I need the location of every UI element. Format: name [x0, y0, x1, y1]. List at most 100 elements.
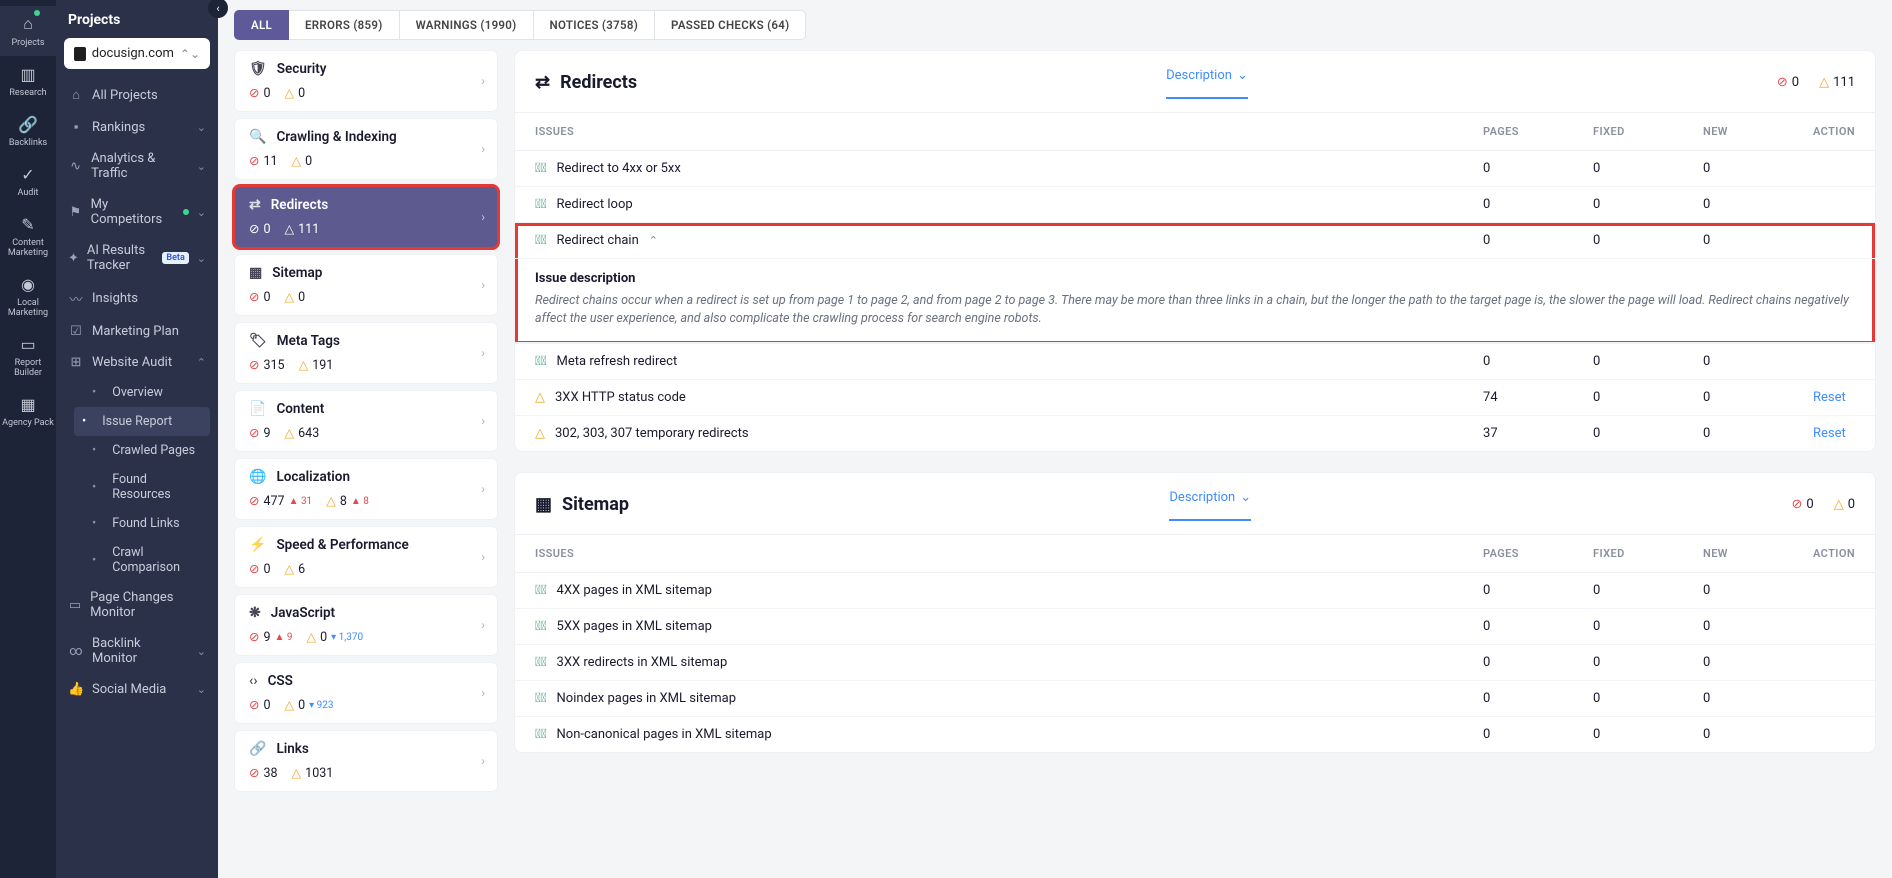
issue-row[interactable]: ✓⃝5XX pages in XML sitemap000 [515, 609, 1875, 645]
filter-tab[interactable]: PASSED CHECKS (64) [655, 10, 806, 40]
issue-row[interactable]: △302, 303, 307 temporary redirects3700Re… [515, 416, 1875, 452]
col-action: ACTION [1793, 113, 1875, 151]
rail-item-content-marketing[interactable]: ✎Content Marketing [0, 206, 56, 266]
chevron-up-icon: ⌃ [197, 356, 206, 369]
check-icon: ✓⃝ [535, 691, 547, 706]
check-icon: ✓⃝ [535, 619, 547, 634]
sidebar-item-social-media[interactable]: 👍Social Media⌄ [56, 674, 218, 705]
sidebar-subitem-crawl-comparison[interactable]: Crawl Comparison [92, 538, 218, 582]
category-card-meta-tags[interactable]: 🏷Meta Tags⊘315△191› [234, 322, 498, 384]
category-card-links[interactable]: 🔗Links⊘38△1031› [234, 730, 498, 792]
col-pages: PAGES [1463, 113, 1573, 151]
issue-row[interactable]: ✓⃝Noindex pages in XML sitemap000 [515, 681, 1875, 717]
category-card-javascript[interactable]: ❋JavaScript⊘9▲ 9△0▾ 1,370› [234, 594, 498, 656]
filter-tab[interactable]: NOTICES (3758) [534, 10, 656, 40]
rail-item-audit[interactable]: ✓Audit [0, 156, 56, 206]
sidebar-subitem-issue-report[interactable]: Issue Report [74, 407, 210, 436]
sidebar: ‹ Projects docusign.com ⌃⌄ ⌂All Projects… [56, 0, 218, 878]
audit-icon: ✓ [18, 164, 38, 184]
sidebar-item-all-projects[interactable]: ⌂All Projects [56, 79, 218, 111]
sidebar-item-marketing-plan[interactable]: ☑Marketing Plan [56, 316, 218, 347]
category-icon: 🔗 [249, 741, 266, 757]
chevron-down-icon: ⌄ [1237, 68, 1248, 83]
col-issues: ISSUES [515, 113, 1463, 151]
issue-row[interactable]: ✓⃝4XX pages in XML sitemap000 [515, 573, 1875, 609]
sidebar-item-analytics-traffic[interactable]: ∿Analytics & Traffic⌄ [56, 143, 218, 189]
sidebar-item-insights[interactable]: 〰Insights [56, 281, 218, 316]
sidebar-item-page-changes-monitor[interactable]: ▭Page Changes Monitor [56, 582, 218, 628]
sidebar-subitem-found-resources[interactable]: Found Resources [92, 465, 218, 509]
chevron-updown-icon: ⌃⌄ [180, 47, 200, 61]
panels: ⇄ Redirects Description ⌄ ⊘0 △111 [514, 50, 1876, 862]
reset-button[interactable]: Reset [1813, 390, 1846, 405]
warning-icon: △ [299, 357, 309, 373]
category-icon: ⇄ [249, 197, 261, 213]
sidebar-item-website-audit[interactable]: ⊞Website Audit⌃ [56, 347, 218, 378]
rail-item-research[interactable]: ▥Research [0, 56, 56, 106]
category-card-content[interactable]: 📄Content⊘9△643› [234, 390, 498, 452]
rail-item-projects[interactable]: ⌂Projects [0, 6, 56, 56]
filter-tab[interactable]: ALL [234, 10, 289, 40]
issue-row[interactable]: ✓⃝Redirect loop000 [515, 187, 1875, 223]
description-tab[interactable]: Description ⌄ [1169, 490, 1251, 521]
error-icon: ⊘ [1777, 75, 1788, 90]
sidebar-subitem-overview[interactable]: Overview [92, 378, 218, 407]
issue-row[interactable]: ✓⃝Redirect to 4xx or 5xx000 [515, 151, 1875, 187]
sidebar-title: Projects [56, 8, 218, 38]
filter-tab[interactable]: WARNINGS (1990) [400, 10, 534, 40]
content: 🛡Security⊘0△0›🔍Crawling & Indexing⊘11△0›… [218, 50, 1892, 878]
rail-item-report-builder[interactable]: ▭Report Builder [0, 326, 56, 386]
filter-tab[interactable]: ERRORS (859) [289, 10, 400, 40]
chevron-right-icon: › [481, 210, 485, 224]
warning-icon: △ [535, 390, 545, 405]
category-card-sitemap[interactable]: ▦Sitemap⊘0△0› [234, 254, 498, 316]
category-card-speed-performance[interactable]: ⚡Speed & Performance⊘0△6› [234, 526, 498, 588]
nav-icon: ∿ [68, 159, 83, 174]
issue-row[interactable]: ✓⃝Non-canonical pages in XML sitemap000 [515, 717, 1875, 753]
redirects-icon: ⇄ [535, 72, 550, 93]
sitemap-panel: ▦ Sitemap Description ⌄ ⊘0 △0 [514, 472, 1876, 753]
backlinks-icon: 🔗 [18, 114, 38, 134]
nav-icon: ∞ [68, 644, 84, 659]
error-icon: ⊘ [1791, 497, 1802, 512]
issue-row[interactable]: ✓⃝3XX redirects in XML sitemap000 [515, 645, 1875, 681]
chevron-down-icon: ⌄ [197, 206, 206, 219]
category-card-localization[interactable]: 🌐Localization⊘477▲ 31△8▲ 8› [234, 458, 498, 520]
panel-title: Sitemap [562, 494, 629, 515]
check-icon: ✓⃝ [535, 197, 547, 212]
warning-icon: △ [292, 153, 302, 169]
category-card-redirects[interactable]: ⇄Redirects⊘0△111› [234, 186, 498, 248]
error-icon: ⊘ [249, 425, 259, 441]
sidebar-subitem-found-links[interactable]: Found Links [92, 509, 218, 538]
sidebar-subitem-crawled-pages[interactable]: Crawled Pages [92, 436, 218, 465]
sidebar-item-backlink-monitor[interactable]: ∞Backlink Monitor⌄ [56, 628, 218, 674]
issue-row[interactable]: △3XX HTTP status code7400Reset [515, 380, 1875, 416]
warning-icon: △ [292, 765, 302, 781]
sidebar-item-ai-results-tracker[interactable]: ✦AI Results TrackerBeta⌄ [56, 235, 218, 281]
category-card-crawling-indexing[interactable]: 🔍Crawling & Indexing⊘11△0› [234, 118, 498, 180]
rail-item-local-marketing[interactable]: ◉Local Marketing [0, 266, 56, 326]
description-tab[interactable]: Description ⌄ [1166, 68, 1248, 99]
category-card-security[interactable]: 🛡Security⊘0△0› [234, 50, 498, 112]
chevron-right-icon: › [481, 754, 485, 768]
category-icon: ⚡ [249, 537, 266, 553]
chevron-right-icon: › [481, 550, 485, 564]
trend-down-icon: ▾ 1,370 [331, 632, 363, 643]
col-issues: ISSUES [515, 535, 1463, 573]
error-icon: ⊘ [249, 357, 259, 373]
project-selector[interactable]: docusign.com ⌃⌄ [64, 38, 210, 69]
issue-row[interactable]: ✓⃝Redirect chain⌃000 [515, 223, 1875, 259]
check-icon: ✓⃝ [535, 583, 547, 598]
rail-item-agency-pack[interactable]: ▦Agency Pack [0, 386, 56, 436]
sidebar-item-my-competitors[interactable]: ⚑My Competitors⌄ [56, 189, 218, 235]
chevron-right-icon: › [481, 618, 485, 632]
chevron-right-icon: › [481, 142, 485, 156]
project-name: docusign.com [92, 46, 174, 61]
category-icon: 📄 [249, 401, 266, 417]
category-card-css[interactable]: ‹›CSS⊘0△0▾ 923› [234, 662, 498, 724]
check-icon: ✓⃝ [535, 233, 547, 248]
reset-button[interactable]: Reset [1813, 426, 1846, 441]
rail-item-backlinks[interactable]: 🔗Backlinks [0, 106, 56, 156]
issue-row[interactable]: ✓⃝Meta refresh redirect000 [515, 344, 1875, 380]
sidebar-item-rankings[interactable]: ▪Rankings⌄ [56, 111, 218, 143]
